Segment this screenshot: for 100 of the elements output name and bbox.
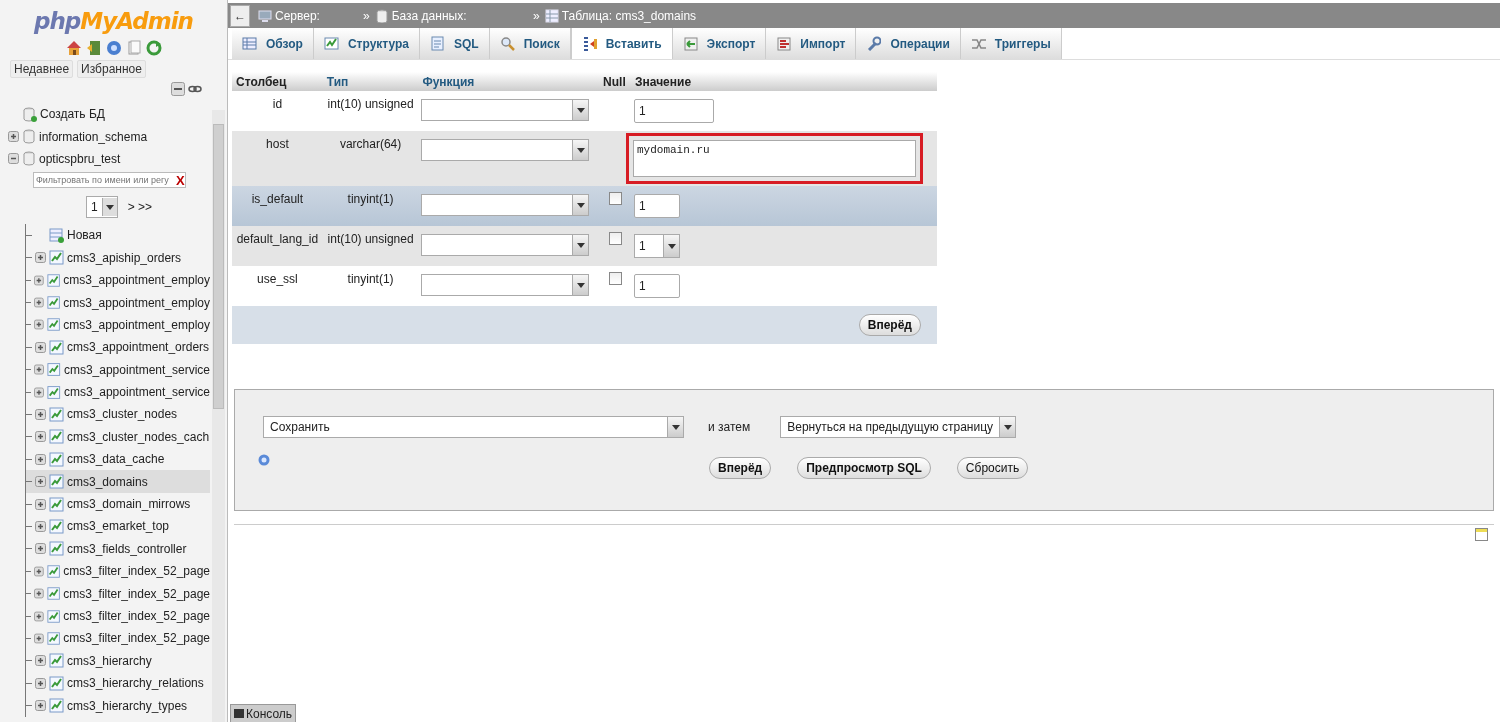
expand-toggle[interactable] [35, 252, 46, 264]
tab[interactable]: Вставить [570, 28, 673, 59]
page-select[interactable]: 1 [86, 196, 118, 219]
breadcrumb-link[interactable]: Таблица: cms3_domains [561, 8, 697, 23]
tree-item[interactable]: cms3_hierarchy [67, 653, 152, 668]
expand-toggle[interactable] [35, 431, 46, 443]
expand-toggle[interactable] [34, 588, 44, 600]
action-button[interactable]: Вперёд [709, 457, 772, 479]
null-checkbox[interactable] [608, 192, 622, 205]
console-tab[interactable]: Консоль [230, 704, 297, 722]
null-checkbox[interactable] [608, 232, 622, 245]
collapse-toggle[interactable] [8, 153, 19, 165]
expand-toggle[interactable] [35, 476, 46, 488]
value-input[interactable]: 1 [634, 99, 714, 123]
exit-icon[interactable] [85, 40, 102, 56]
tree-item[interactable]: cms3_fields_controller [67, 541, 187, 556]
value-input[interactable]: 1 [634, 274, 680, 298]
tree-item[interactable]: Создать БД [40, 107, 105, 122]
tree-item[interactable]: cms3_filter_index_52_page [63, 631, 210, 646]
clear-button[interactable]: X [176, 172, 185, 188]
action-button[interactable]: Предпросмотр SQL [797, 457, 931, 479]
page-nav-link[interactable]: > >> [127, 200, 153, 215]
tree-item[interactable]: cms3_cluster_nodes_cach [67, 429, 210, 444]
tab[interactable]: Поиск [489, 28, 571, 59]
expand-toggle[interactable] [35, 341, 46, 353]
tree-item[interactable]: Новая [67, 228, 102, 243]
expand-toggle[interactable] [35, 700, 46, 712]
note-icon[interactable] [1475, 528, 1488, 541]
expand-toggle[interactable] [34, 319, 44, 331]
tab[interactable]: Структура [313, 28, 420, 59]
tree-item[interactable]: cms3_emarket_top [67, 519, 170, 534]
column-name: id [272, 97, 283, 111]
collapse-icon[interactable] [171, 82, 185, 96]
nav-button[interactable]: Избранное [77, 60, 146, 78]
column-header: Null [599, 72, 631, 91]
expand-toggle[interactable] [35, 409, 46, 420]
expand-toggle[interactable] [8, 131, 19, 143]
tree-item[interactable]: cms3_appointment_employ [63, 273, 210, 288]
tree-item[interactable]: cms3_appointment_employ [63, 317, 210, 332]
home-icon[interactable] [65, 40, 82, 56]
help-icon[interactable] [258, 454, 270, 466]
action-select[interactable]: Сохранить [263, 416, 684, 438]
expand-toggle[interactable] [35, 453, 46, 465]
back-button[interactable]: ← [230, 4, 250, 27]
table-icon [49, 518, 64, 534]
reload-icon[interactable] [145, 40, 162, 56]
expand-toggle[interactable] [34, 297, 44, 309]
tree-item[interactable]: cms3_appointment_service [63, 385, 210, 400]
tree-item[interactable]: cms3_cluster_nodes [67, 407, 178, 422]
import-icon [776, 36, 792, 51]
tab[interactable]: Триггеры [960, 28, 1062, 59]
tree-item[interactable]: cms3_filter_index_52_page [63, 564, 210, 579]
submit-button[interactable]: Вперёд [858, 314, 921, 336]
expand-toggle[interactable] [34, 364, 45, 376]
tree-item[interactable]: cms3_appointment_service [63, 362, 210, 377]
expand-toggle[interactable] [35, 655, 46, 667]
tree-item[interactable]: cms3_data_cache [67, 452, 165, 467]
tree-item[interactable]: cms3_domain_mirrows [67, 497, 191, 512]
tree-item[interactable]: cms3_hierarchy_relations [67, 676, 204, 691]
scrollbar[interactable] [212, 110, 225, 722]
tree-item[interactable]: cms3_appointment_employ [63, 295, 210, 310]
tree-item[interactable]: information_schema [39, 129, 148, 144]
tab[interactable]: Обзор [232, 28, 314, 59]
expand-toggle[interactable] [35, 543, 46, 555]
tab[interactable]: Импорт [766, 28, 857, 59]
expand-toggle[interactable] [34, 386, 45, 398]
expand-toggle[interactable] [35, 677, 46, 689]
wrench-icon [866, 36, 882, 51]
null-checkbox[interactable] [608, 272, 622, 285]
tree-item[interactable]: cms3_hierarchy_types [67, 698, 188, 713]
value-textarea[interactable]: mydomain.ru [633, 140, 916, 177]
expand-toggle[interactable] [34, 632, 44, 644]
tab[interactable]: Операции [856, 28, 961, 59]
tree-item[interactable]: cms3_filter_index_52_page [63, 609, 210, 623]
tree-item[interactable]: cms3_apiship_orders [67, 250, 182, 265]
nav-button[interactable]: Недавнее [10, 60, 74, 78]
expand-toggle[interactable] [35, 498, 46, 510]
tab[interactable]: Экспорт [672, 28, 767, 59]
column-header[interactable]: Тип [322, 72, 419, 91]
expand-toggle[interactable] [34, 610, 44, 622]
value-input[interactable]: 1 [634, 194, 680, 218]
after-select[interactable]: Вернуться на предыдущую страницу [780, 416, 1017, 438]
table-icon [49, 429, 64, 445]
tree-item[interactable]: cms3_domains [67, 474, 148, 489]
value-select[interactable]: 1 [634, 234, 680, 258]
breadcrumb-link[interactable]: Сервер: [275, 8, 320, 23]
expand-toggle[interactable] [34, 565, 44, 577]
expand-toggle[interactable] [34, 274, 44, 286]
caret-icon [576, 282, 585, 288]
tree-item[interactable]: cms3_appointment_orders [67, 340, 210, 355]
action-button[interactable]: Сбросить [956, 457, 1029, 479]
column-header[interactable]: Функция [418, 72, 600, 91]
help-icon[interactable] [105, 40, 122, 56]
table-icon [47, 362, 61, 378]
tab[interactable]: SQL [420, 28, 490, 59]
tree-item[interactable]: opticspbru_test [39, 151, 121, 166]
filter-field[interactable]: Фильтровать по имени или регу X [33, 172, 186, 189]
expand-toggle[interactable] [35, 520, 46, 532]
tree-item[interactable]: cms3_filter_index_52_page [63, 586, 210, 601]
breadcrumb-link[interactable]: База данных: [391, 8, 467, 23]
